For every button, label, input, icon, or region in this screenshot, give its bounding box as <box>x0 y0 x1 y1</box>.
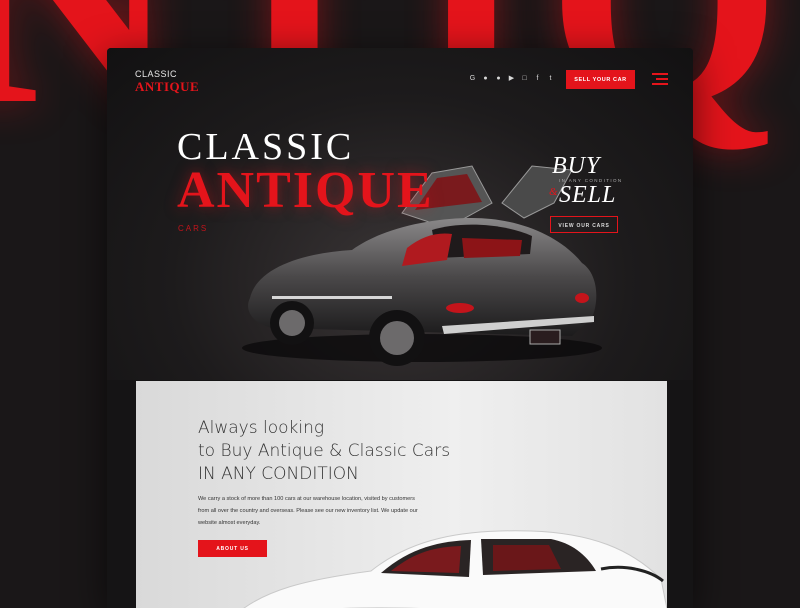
heading-line: IN ANY CONDITION <box>198 464 359 484</box>
logo-top-text: CLASSIC <box>135 69 178 79</box>
heading-line: Always looking <box>198 418 325 438</box>
about-us-button[interactable]: ABOUT US <box>198 540 267 557</box>
google-plus-icon[interactable]: G <box>469 75 476 82</box>
about-section: Always looking to Buy Antique & Classic … <box>136 381 667 608</box>
social-links: G ● ● ▶ □ f t <box>469 75 554 82</box>
hamburger-menu-icon[interactable] <box>652 73 668 85</box>
hero-section: CLASSIC ANTIQUE G ● ● ▶ □ f t SELL YOUR … <box>107 48 693 380</box>
paragraph-line: website almost everyday. <box>198 520 261 526</box>
section-heading: Always looking to Buy Antique & Classic … <box>198 417 498 486</box>
hero-title-antique: ANTIQUE <box>177 162 434 219</box>
hero-title-classic: CLASSIC <box>177 126 355 168</box>
section-paragraph: We carry a stock of more than 100 cars a… <box>198 493 418 529</box>
buy-text: BUY <box>552 153 601 179</box>
hero-subtitle-cars: CARS <box>178 224 209 233</box>
ampersand-text: & <box>549 186 558 198</box>
paragraph-line: We carry a stock of more than 100 cars a… <box>198 496 415 502</box>
sell-your-car-button[interactable]: SELL YOUR CAR <box>566 70 635 89</box>
site-logo[interactable]: CLASSIC ANTIQUE <box>135 69 200 94</box>
facebook-icon[interactable]: f <box>534 75 541 82</box>
logo-bottom-text: ANTIQUE <box>135 79 200 94</box>
heading-line: to Buy Antique & Classic Cars <box>198 441 451 461</box>
youtube-icon[interactable]: ▶ <box>508 75 515 82</box>
twitter-icon[interactable]: t <box>547 75 554 82</box>
website-mockup: CLASSIC ANTIQUE G ● ● ▶ □ f t SELL YOUR … <box>107 48 693 608</box>
instagram-icon[interactable]: □ <box>521 75 528 82</box>
telegram-icon[interactable]: ● <box>495 75 502 82</box>
view-our-cars-button[interactable]: VIEW OUR CARS <box>550 216 618 233</box>
pinterest-icon[interactable]: ● <box>482 75 489 82</box>
sell-text: SELL <box>559 182 617 208</box>
paragraph-line: from all over the country and overseas. … <box>198 508 418 514</box>
